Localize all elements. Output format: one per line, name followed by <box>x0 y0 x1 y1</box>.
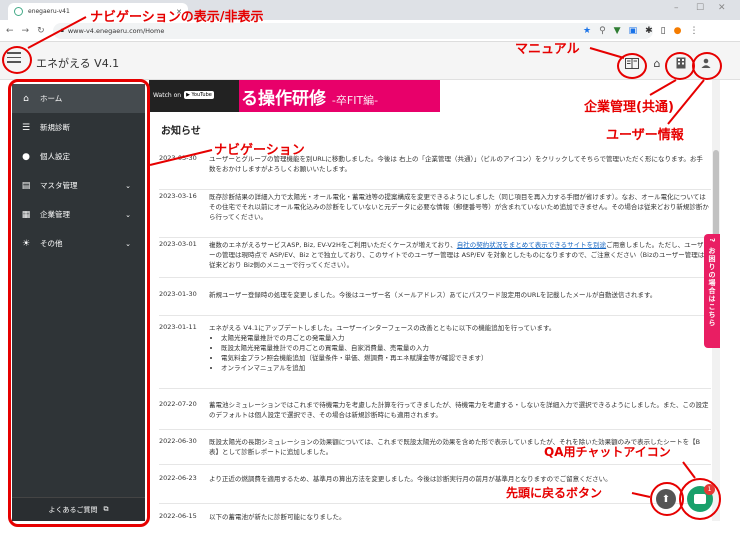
annotation-company-admin: 企業管理(共通) <box>584 100 674 115</box>
news-text: より正近の燃調費を適用するため、基準月の算出方法を変更しました。今後は診断実行月… <box>209 475 612 483</box>
home-icon[interactable]: ⌂ <box>649 56 665 70</box>
news-bullet-list: 太陽光発電量推計での月ごとの発電量入力 既設太陽光発電量推計での月ごとの買電量、… <box>209 333 709 373</box>
youtube-label: YouTube <box>191 92 212 98</box>
contract-status-link[interactable]: 自社の契約状況をまとめて表示できるサイトを別途 <box>457 241 606 249</box>
news-item: 2023-01-11 エネがえる V4.1にアップデートしました。ユーザーインタ… <box>159 323 711 389</box>
profile-icon[interactable]: ● <box>674 24 682 38</box>
maximize-window-icon[interactable]: ☐ <box>696 3 704 13</box>
news-date: 2022-06-15 <box>159 512 197 520</box>
lock-icon: 🔒︎ <box>60 26 64 34</box>
news-date: 2023-03-16 <box>159 192 197 200</box>
close-window-icon[interactable]: ✕ <box>718 3 726 13</box>
annotation-user-info: ユーザー情報 <box>606 128 684 143</box>
help-question-icon: ? <box>708 238 716 244</box>
url-text: www-v4.enegaeru.com/Home <box>67 26 165 35</box>
screen: enegaeru-v41 ✕ – ☐ ✕ ← → ↻ 🔒︎ www-v4.ene… <box>0 0 740 534</box>
youtube-logo-icon: ▶ YouTube <box>184 91 214 99</box>
news-date: 2023-01-11 <box>159 323 197 331</box>
news-heading: お知らせ <box>161 126 201 137</box>
annotation-ring-user <box>692 52 722 80</box>
video-title-main: る操作研修 <box>241 89 326 109</box>
news-text: 複数のエネがえるサービスASP, Biz, EV-V2Hをご利用いただくケースが… <box>209 240 709 270</box>
menu-kebab-icon[interactable]: ⋮ <box>689 24 698 38</box>
news-text: エネがえる V4.1にアップデートしました。ユーザーインターフェースの改善ととも… <box>209 323 709 373</box>
back-arrow-icon[interactable]: ← <box>6 26 14 36</box>
app-title: エネがえる V4.1 <box>36 57 120 70</box>
news-text: 蓄電池シミュレーションではこれまで待機電力を考慮した計算を行ってきましたが、待機… <box>209 401 709 419</box>
list-item: 既設太陽光発電量推計での月ごとの買電量、自家消費量、売電量の入力 <box>221 343 709 353</box>
news-item: 2023-03-16 既存診断結果の詳細入力で太陽光・オール電化・蓄電池等の提案… <box>159 192 711 238</box>
annotation-ring-chat <box>679 478 721 520</box>
scrollbar-thumb[interactable] <box>713 150 719 240</box>
reload-icon[interactable]: ↻ <box>37 26 45 36</box>
watch-on-label: Watch on <box>153 91 182 99</box>
list-item: 電気料金プラン照会機能追加（従量条件・単価、燃調費・再エネ賦課金等が確認できます… <box>221 353 709 363</box>
translate-icon[interactable]: ▣ <box>629 24 638 38</box>
annotation-ring-hamburger <box>2 46 32 74</box>
news-text: 以下の蓄電池が新たに診断可能になりました。 <box>209 513 346 521</box>
extension-icon[interactable]: ▼ <box>614 24 621 38</box>
news-item: 2022-06-15 以下の蓄電池が新たに診断可能になりました。 <box>159 512 711 526</box>
bookmark-star-icon[interactable]: ★ <box>583 24 591 38</box>
news-date: 2023-03-30 <box>159 154 197 162</box>
list-item: 太陽光発電量推計での月ごとの発電量入力 <box>221 333 709 343</box>
annotation-box-navigation <box>8 79 150 527</box>
annotation-ring-manual <box>617 53 647 79</box>
annotation-navigation: ナビゲーション <box>214 143 305 158</box>
news-text: 新規ユーザー登録時の処理を変更しました。今後はユーザー名（メールアドレス）あてに… <box>209 291 657 299</box>
extension-icons: ★ ⚲ ▼ ▣ ✱ ▯ ● ⋮ <box>583 24 698 38</box>
puzzle-icon[interactable]: ✱ <box>645 24 653 38</box>
sidepanel-icon[interactable]: ▯ <box>661 24 666 38</box>
video-overlay: Watch on ▶ YouTube <box>149 80 239 112</box>
embedded-video[interactable]: Watch on ▶ YouTube る操作研修 -卒FIT編- <box>149 80 440 112</box>
news-item: 2023-01-30 新規ユーザー登録時の処理を変更しました。今後はユーザー名（… <box>159 290 711 316</box>
favicon-icon <box>14 7 23 16</box>
video-title: る操作研修 -卒FIT編- <box>241 84 378 109</box>
news-text-part: 複数のエネがえるサービスASP, Biz, EV-V2Hをご利用いただくケースが… <box>209 241 457 249</box>
extension-icon[interactable]: ⚲ <box>599 24 606 38</box>
news-item: 2022-06-23 より正近の燃調費を適用するため、基準月の算出方法を変更しま… <box>159 474 711 504</box>
annotation-ring-company-admin <box>665 52 695 80</box>
browser-tab-title: enegaeru-v41 <box>28 8 70 15</box>
news-text: 既存診断結果の詳細入力で太陽光・オール電化・蓄電池等の提案構成を変更できるように… <box>209 193 709 221</box>
news-date: 2023-03-01 <box>159 240 197 248</box>
news-date: 2022-06-30 <box>159 437 197 445</box>
news-date: 2022-06-23 <box>159 474 197 482</box>
news-text-intro: エネがえる V4.1にアップデートしました。ユーザーインターフェースの改善ととも… <box>209 324 556 332</box>
help-side-tab[interactable]: ? お困りの場合はこちら <box>704 234 720 348</box>
watch-on-youtube[interactable]: Watch on ▶ YouTube <box>153 91 214 99</box>
news-date: 2022-07-20 <box>159 400 197 408</box>
news-item: 2022-07-20 蓄電池シミュレーションではこれまで待機電力を考慮した計算を… <box>159 400 711 430</box>
minimize-window-icon[interactable]: – <box>674 3 679 13</box>
forward-arrow-icon[interactable]: → <box>22 26 30 36</box>
news-item: 2023-03-30 ユーザーとグループの管理機能を別URLに移動しました。今後… <box>159 154 711 190</box>
annotation-manual: マニュアル <box>515 42 580 57</box>
news-item: 2023-03-01 複数のエネがえるサービスASP, Biz, EV-V2Hを… <box>159 240 711 278</box>
news-date: 2023-01-30 <box>159 290 197 298</box>
annotation-back-to-top: 先頭に戻るボタン <box>506 486 603 500</box>
video-title-sub: -卒FIT編- <box>331 94 379 107</box>
list-item: オンラインマニュアルを追加 <box>221 363 709 373</box>
annotation-qa-chat: QA用チャットアイコン <box>544 445 671 459</box>
help-tab-label: お困りの場合はこちら <box>708 246 716 327</box>
annotation-nav-toggle: ナビゲーションの表示/非表示 <box>90 10 264 25</box>
